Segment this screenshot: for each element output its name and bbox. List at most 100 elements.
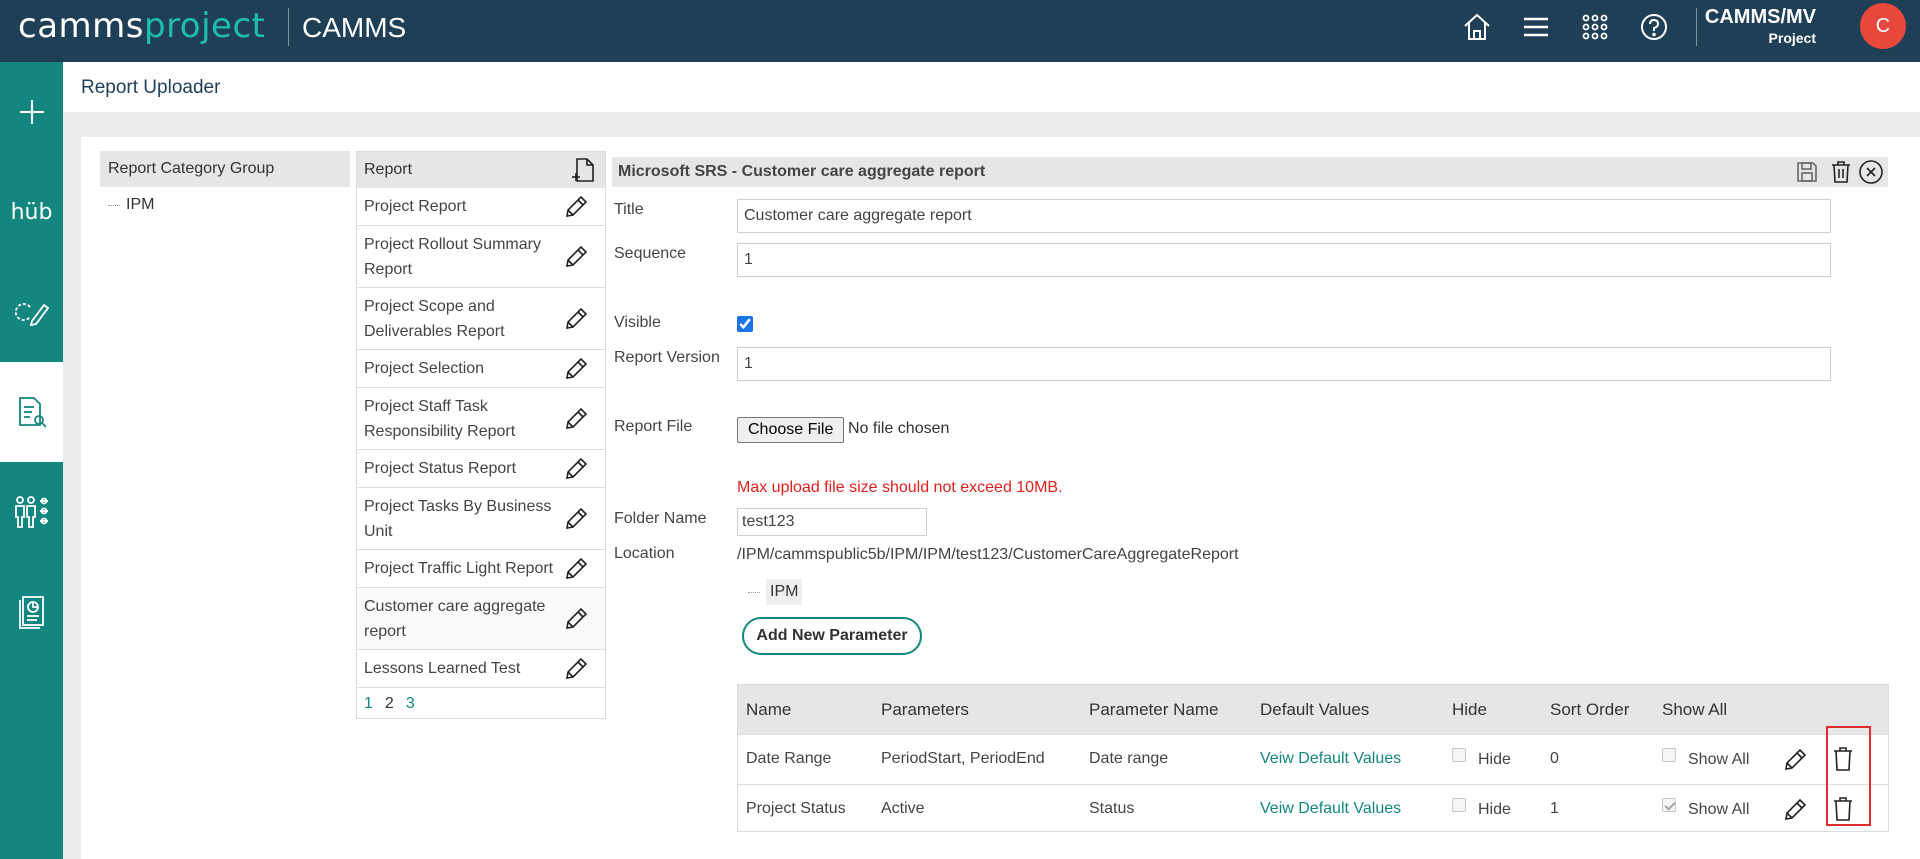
hide-checkbox [1452,798,1466,812]
report-list-header: Report [357,152,605,188]
report-item[interactable]: Project Scope and Deliverables Report [357,288,605,350]
title-label: Title [614,201,644,218]
report-version-input[interactable] [737,347,1831,381]
top-bar: cammsproject CAMMS CAMMS/MV Project C [0,0,1920,62]
param-parameters: PeriodStart, PeriodEnd [881,750,1045,767]
hide-checkbox [1452,748,1466,762]
choose-file-button[interactable]: Choose File [737,417,845,443]
avatar[interactable]: C [1860,3,1906,49]
report-item[interactable]: Project Rollout Summary Report [357,226,605,288]
page-header: Report Uploader [63,62,1920,112]
cycle-pencil-icon [14,303,49,327]
page-title: Report Uploader [81,77,221,98]
edit-pencil-icon[interactable] [563,356,589,382]
param-name: Project Status [746,800,846,817]
report-item[interactable]: Project Selection [357,350,605,388]
report-item[interactable]: Lessons Learned Test [357,650,605,688]
location-tree-label: IPM [766,579,803,605]
edit-pencil-icon[interactable] [563,506,589,532]
edit-pencil-icon[interactable] [563,406,589,432]
show-all-checkbox [1662,798,1676,812]
edit-pencil-icon[interactable] [1782,745,1808,773]
sidebar-item-documents[interactable] [0,562,63,662]
menu-icon[interactable] [1519,10,1553,44]
view-default-values-link[interactable]: Veiw Default Values [1260,800,1401,818]
edit-pencil-icon[interactable] [563,606,589,632]
add-new-parameter-button[interactable]: Add New Parameter [742,617,922,655]
edit-pencil-icon[interactable] [1782,795,1808,823]
column-header: Parameter Name [1089,700,1219,719]
category-tree-item[interactable]: IPM [108,196,154,214]
title-input[interactable] [737,199,1831,233]
report-search-icon [18,397,47,428]
report-item-label: Project Scope and Deliverables Report [364,297,505,340]
page-link[interactable]: 2 [385,695,394,713]
detail-header: Microsoft SRS - Customer care aggregate … [612,157,1888,187]
show-all-checkbox [1662,748,1676,762]
column-header: Show All [1662,700,1728,719]
no-file-text: No file chosen [848,420,950,437]
location-tree-item[interactable]: IPM [748,579,803,605]
page-link[interactable]: 1 [364,695,373,713]
user-name[interactable]: CAMMS/MV [1705,6,1816,29]
report-item[interactable]: Project Status Report [357,450,605,488]
param-parameter-name: Status [1089,800,1135,817]
save-icon[interactable] [1794,159,1820,185]
edit-pencil-icon[interactable] [563,456,589,482]
sidebar-item-add[interactable] [0,62,63,162]
tree-connector [748,591,760,593]
table-row: Date Range PeriodStart, PeriodEnd Date r… [738,734,1888,784]
report-header-label: Report [364,161,413,178]
help-icon[interactable] [1637,10,1671,44]
param-parameters: Active [881,800,925,817]
column-header: Hide [1452,700,1487,719]
hide-label: Hide [1478,801,1511,818]
plus-icon [19,100,44,124]
app-logo[interactable]: cammsproject [18,6,266,46]
sidebar-item-reports[interactable] [0,362,63,462]
close-icon[interactable] [1858,159,1884,185]
sidebar-item-update[interactable] [0,262,63,362]
detail-title: Microsoft SRS - Customer care aggregate … [618,163,986,180]
page-link[interactable]: 3 [406,695,415,713]
report-item[interactable]: Project Traffic Light Report [357,550,605,588]
report-item-label: Project Status Report [364,460,517,477]
edit-pencil-icon[interactable] [563,244,589,270]
report-item[interactable]: Project Staff Task Responsibility Report [357,388,605,450]
sidebar-item-people[interactable] [0,462,63,562]
report-item[interactable]: Project Tasks By Business Unit [357,488,605,550]
column-header: Parameters [881,700,969,719]
edit-pencil-icon[interactable] [563,306,589,332]
sidebar-item-hub[interactable]: hüb [0,162,63,262]
category-group-header: Report Category Group [100,151,350,187]
show-all-label: Show All [1688,751,1750,768]
column-header: Default Values [1260,700,1370,719]
app-name: CAMMS [302,12,407,43]
report-item-selected[interactable]: Customer care aggregate report [357,588,605,650]
column-header: Name [746,700,792,719]
people-settings-icon [14,496,48,528]
folder-name-input[interactable] [737,508,927,536]
view-default-values-link[interactable]: Veiw Default Values [1260,750,1401,768]
report-version-label: Report Version [614,349,720,366]
hub-icon: hüb [10,199,53,225]
edit-pencil-icon[interactable] [563,656,589,682]
visible-checkbox[interactable] [737,316,753,332]
logo-text-camms: camms [18,6,144,46]
report-item-label: Project Tasks By Business Unit [364,497,552,540]
edit-pencil-icon[interactable] [563,194,589,220]
report-item-label: Project Report [364,198,467,215]
report-item-label: Project Traffic Light Report [364,560,554,577]
edit-pencil-icon[interactable] [563,556,589,582]
add-report-icon[interactable] [569,156,597,184]
param-parameter-name: Date range [1089,750,1169,767]
location-label: Location [614,545,675,562]
delete-icon[interactable] [1828,159,1854,185]
highlight-annotation [1826,726,1871,826]
sequence-input[interactable] [737,243,1831,277]
home-icon[interactable] [1460,10,1494,44]
sort-order: 1 [1550,800,1559,817]
apps-grid-icon[interactable] [1578,10,1612,44]
report-item[interactable]: Project Report [357,188,605,226]
report-book-icon [18,596,44,629]
